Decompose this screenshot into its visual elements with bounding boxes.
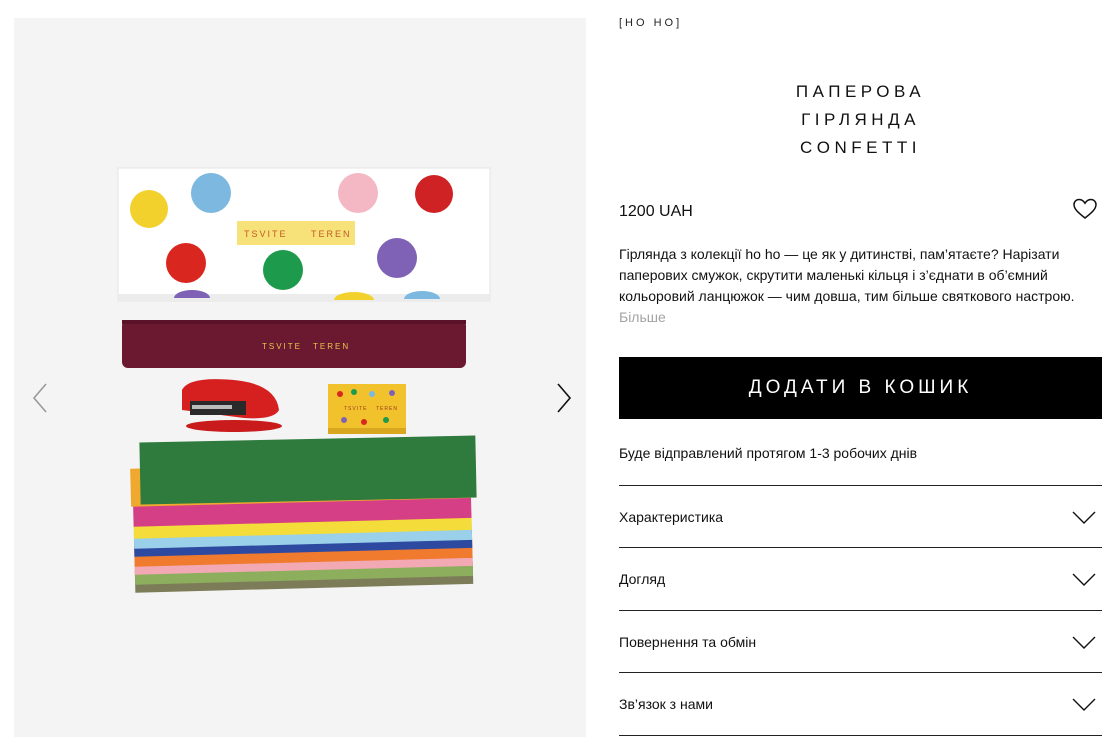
shipping-note: Буде відправлений протягом 1-3 робочих д… — [619, 445, 918, 461]
box-label-left: TSVITE — [244, 229, 288, 239]
accordion-returns[interactable]: Повернення та обмін — [619, 610, 1102, 673]
product-title-line: CONFETTI — [800, 138, 921, 157]
gallery-next-button[interactable] — [550, 378, 576, 418]
accordion-contact[interactable]: Зв’язок з нами — [619, 672, 1102, 736]
read-more-link[interactable]: Більше — [619, 309, 666, 325]
accordion-care[interactable]: Догляд — [619, 547, 1102, 610]
add-to-cart-button[interactable]: ДОДАТИ В КОШИК — [619, 357, 1102, 419]
product-gallery: TSVITE TEREN TSVITE TEREN TSVITE TEREN — [14, 18, 586, 737]
heart-icon — [1073, 198, 1097, 219]
accordion-label: Зв’язок з нами — [619, 696, 713, 712]
chevron-down-icon — [1072, 573, 1096, 586]
matchbox-label-right: TEREN — [376, 406, 398, 412]
ribbon-label-right: TEREN — [313, 342, 350, 351]
product-description: Гірлянда з колекції ho ho — це як у дити… — [619, 244, 1102, 328]
accordion-characteristics[interactable]: Характеристика — [619, 485, 1102, 548]
chevron-right-icon — [557, 383, 572, 413]
product-title: ПАПЕРОВА ГІРЛЯНДА CONFETTI — [619, 78, 1102, 162]
description-text: Гірлянда з колекції ho ho — це як у дити… — [619, 246, 1075, 304]
gallery-prev-button[interactable] — [28, 378, 54, 418]
ribbon-label-left: TSVITE — [262, 342, 302, 351]
product-title-line: ГІРЛЯНДА — [801, 110, 920, 129]
chevron-down-icon — [1072, 636, 1096, 649]
accordion-label: Догляд — [619, 571, 666, 587]
chevron-down-icon — [1072, 511, 1096, 524]
wishlist-button[interactable] — [1072, 197, 1098, 221]
product-price: 1200 UAH — [619, 203, 693, 220]
product-title-line: ПАПЕРОВА — [795, 82, 926, 101]
box-label-right: TEREN — [311, 229, 352, 239]
product-photo: TSVITE TEREN TSVITE TEREN TSVITE TEREN — [117, 167, 491, 593]
product-details: [HO HO] ПАПЕРОВА ГІРЛЯНДА CONFETTI 1200 … — [619, 0, 1102, 737]
matchbox-label-left: TSVITE — [344, 406, 368, 412]
brand-label[interactable]: [HO HO] — [619, 17, 682, 29]
chevron-down-icon — [1072, 698, 1096, 711]
chevron-left-icon — [32, 383, 47, 413]
accordion-label: Характеристика — [619, 509, 724, 525]
accordion-label: Повернення та обмін — [619, 634, 757, 650]
